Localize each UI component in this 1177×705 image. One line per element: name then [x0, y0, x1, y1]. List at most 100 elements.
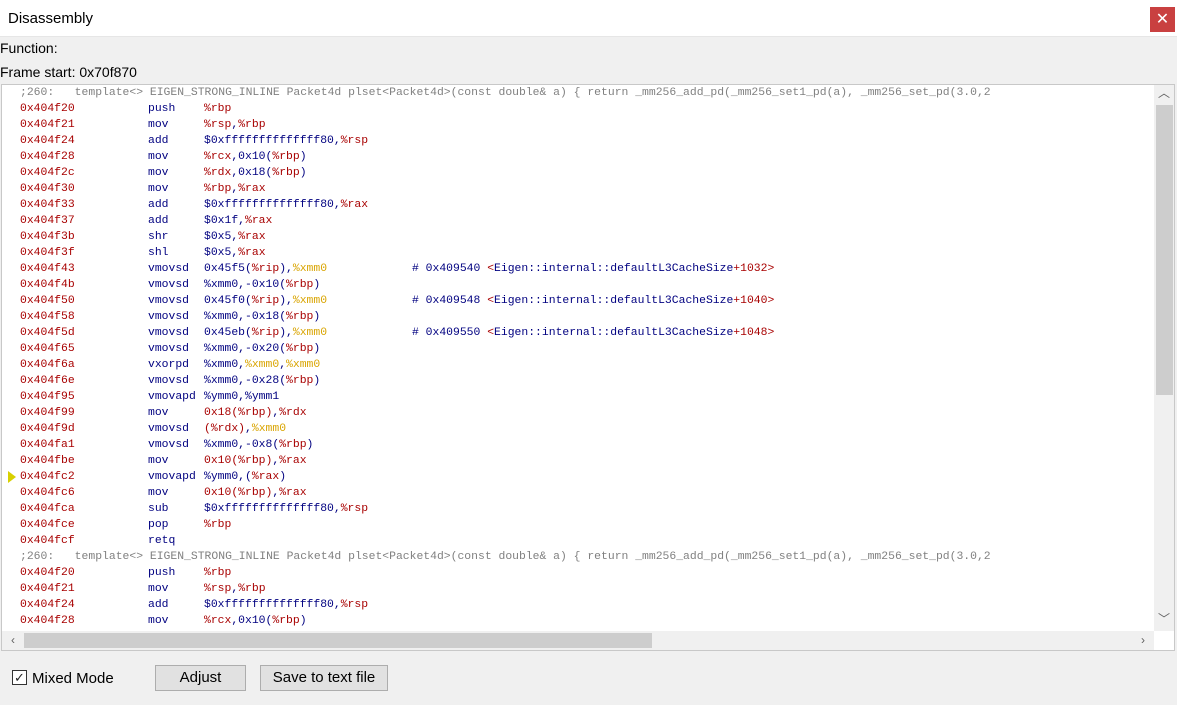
- chevron-down-icon[interactable]: ﹀: [1155, 611, 1173, 627]
- chevron-right-icon[interactable]: ›: [1134, 632, 1152, 648]
- instruction-operands: 0x10(%rbp),%rax: [204, 455, 307, 467]
- mixed-mode-checkbox[interactable]: ✓: [12, 670, 27, 685]
- instruction-line: 0x404f21 mov %rsp,%rbp: [2, 117, 1154, 133]
- instruction-operands: (%rdx),%xmm0: [204, 423, 287, 435]
- close-button[interactable]: ✕: [1150, 7, 1175, 32]
- instruction-operands: 0x45eb(%rip),%xmm0: [204, 327, 328, 339]
- instruction-line: 0x404fca sub $0xffffffffffffff80,%rsp: [2, 501, 1154, 517]
- instruction-line: 0x404f6a vxorpd %xmm0,%xmm0,%xmm0: [2, 357, 1154, 373]
- instruction-operands: $0xffffffffffffff80,%rax: [204, 199, 369, 211]
- instruction-mnemonic: shl: [148, 247, 169, 259]
- instruction-line: 0x404f5d vmovsd 0x45eb(%rip),%xmm0 # 0x4095…: [2, 325, 1154, 341]
- instruction-address: 0x404fca: [20, 503, 75, 515]
- instruction-mnemonic: mov: [148, 583, 169, 595]
- instruction-operands: %rbp: [204, 567, 232, 579]
- instruction-line: 0x404f28 mov %rcx,0x10(%rbp): [2, 613, 1154, 629]
- instruction-line: 0x404f33 add $0xffffffffffffff80,%rax: [2, 197, 1154, 213]
- instruction-line: 0x404f99 mov 0x18(%rbp),%rdx: [2, 405, 1154, 421]
- instruction-mnemonic: vmovsd: [148, 311, 190, 323]
- source-text: ;260: template<> EIGEN_STRONG_INLINE Pac…: [20, 551, 991, 563]
- instruction-address: 0x404f30: [20, 183, 75, 195]
- vertical-scroll-thumb[interactable]: [1156, 105, 1173, 395]
- chevron-up-icon[interactable]: ︿: [1155, 85, 1173, 101]
- instruction-line: 0x404f3b shr $0x5,%rax: [2, 229, 1154, 245]
- instruction-address: 0x404f20: [20, 103, 75, 115]
- instruction-line: 0x404fcf retq: [2, 533, 1154, 549]
- chevron-left-icon[interactable]: ‹: [4, 632, 22, 648]
- instruction-mnemonic: vmovsd: [148, 279, 190, 291]
- instruction-address: 0x404f4b: [20, 279, 75, 291]
- instruction-address: 0x404f28: [20, 151, 75, 163]
- function-label: Function:: [0, 40, 58, 56]
- instruction-line: 0x404f28 mov %rcx,0x10(%rbp): [2, 149, 1154, 165]
- instruction-line: 0x404f24 add $0xffffffffffffff80,%rsp: [2, 133, 1154, 149]
- instruction-mnemonic: mov: [148, 615, 169, 627]
- instruction-address: 0x404f99: [20, 407, 75, 419]
- mixed-mode-label[interactable]: Mixed Mode: [32, 670, 114, 687]
- instruction-line: 0x404fc2 vmovapd %ymm0,(%rax): [2, 469, 1154, 485]
- frame-start-label: Frame start: 0x70f870: [0, 64, 137, 80]
- instruction-line: 0x404fbe mov 0x10(%rbp),%rax: [2, 453, 1154, 469]
- instruction-address: 0x404f24: [20, 135, 75, 147]
- instruction-line: 0x404f65 vmovsd %xmm0,-0x20(%rbp): [2, 341, 1154, 357]
- instruction-address: 0x404fc6: [20, 487, 75, 499]
- instruction-mnemonic: vmovsd: [148, 295, 190, 307]
- instruction-mnemonic: push: [148, 103, 176, 115]
- instruction-address: 0x404f24: [20, 599, 75, 611]
- instruction-operands: 0x45f5(%rip),%xmm0: [204, 263, 328, 275]
- instruction-comment: # 0x409540 <Eigen::internal::defaultL3Ca…: [412, 263, 775, 275]
- instruction-mnemonic: vmovapd: [148, 391, 196, 403]
- vertical-scrollbar[interactable]: ︿ ﹀: [1154, 85, 1174, 631]
- instruction-address: 0x404f95: [20, 391, 75, 403]
- instruction-address: 0x404f28: [20, 615, 75, 627]
- current-instruction-arrow-icon: [7, 470, 16, 484]
- adjust-button[interactable]: Adjust: [155, 665, 246, 691]
- instruction-address: 0x404f3f: [20, 247, 75, 259]
- window-title: Disassembly: [8, 10, 94, 27]
- instruction-line: 0x404fa1 vmovsd %xmm0,-0x8(%rbp): [2, 437, 1154, 453]
- instruction-address: 0x404f37: [20, 215, 75, 227]
- instruction-address: 0x404f21: [20, 119, 75, 131]
- instruction-comment: # 0x409548 <Eigen::internal::defaultL3Ca…: [412, 295, 775, 307]
- instruction-address: 0x404f58: [20, 311, 75, 323]
- instruction-mnemonic: push: [148, 567, 176, 579]
- instruction-operands: %rsp,%rbp: [204, 119, 266, 131]
- instruction-line: 0x404f3f shl $0x5,%rax: [2, 245, 1154, 261]
- instruction-mnemonic: add: [148, 599, 169, 611]
- instruction-address: 0x404fa1: [20, 439, 75, 451]
- instruction-mnemonic: vmovsd: [148, 343, 190, 355]
- instruction-address: 0x404fce: [20, 519, 75, 531]
- source-line: ;260: template<> EIGEN_STRONG_INLINE Pac…: [2, 85, 1154, 101]
- instruction-operands: %ymm0,%ymm1: [204, 391, 280, 403]
- instruction-mnemonic: mov: [148, 407, 169, 419]
- instruction-address: 0x404fcf: [20, 535, 75, 547]
- instruction-mnemonic: mov: [148, 487, 169, 499]
- instruction-mnemonic: retq: [148, 535, 176, 547]
- instruction-operands: $0xffffffffffffff80,%rsp: [204, 503, 369, 515]
- instruction-mnemonic: mov: [148, 151, 169, 163]
- instruction-mnemonic: mov: [148, 119, 169, 131]
- instruction-line: 0x404f37 add $0x1f,%rax: [2, 213, 1154, 229]
- save-to-text-file-button[interactable]: Save to text file: [260, 665, 388, 691]
- instruction-line: 0x404f2c mov %rdx,0x18(%rbp): [2, 165, 1154, 181]
- instruction-line: 0x404f9d vmovsd (%rdx),%xmm0: [2, 421, 1154, 437]
- instruction-operands: %rcx,0x10(%rbp): [204, 151, 307, 163]
- instruction-line: 0x404f21 mov %rsp,%rbp: [2, 581, 1154, 597]
- instruction-address: 0x404f21: [20, 583, 75, 595]
- instruction-line: 0x404fc6 mov 0x10(%rbp),%rax: [2, 485, 1154, 501]
- horizontal-scroll-thumb[interactable]: [24, 633, 652, 648]
- instruction-operands: %rbp: [204, 519, 232, 531]
- instruction-line: 0x404f95 vmovapd %ymm0,%ymm1: [2, 389, 1154, 405]
- instruction-operands: %xmm0,-0x18(%rbp): [204, 311, 321, 323]
- close-icon: ✕: [1155, 11, 1170, 28]
- instruction-operands: 0x10(%rbp),%rax: [204, 487, 307, 499]
- horizontal-scrollbar[interactable]: ‹ ›: [2, 631, 1154, 650]
- instruction-address: 0x404f9d: [20, 423, 75, 435]
- instruction-mnemonic: vmovsd: [148, 263, 190, 275]
- checkmark-icon: ✓: [14, 670, 25, 685]
- instruction-address: 0x404f65: [20, 343, 75, 355]
- disassembly-view[interactable]: ;260: template<> EIGEN_STRONG_INLINE Pac…: [1, 84, 1175, 651]
- instruction-mnemonic: mov: [148, 455, 169, 467]
- instruction-operands: $0x1f,%rax: [204, 215, 273, 227]
- instruction-address: 0x404f43: [20, 263, 75, 275]
